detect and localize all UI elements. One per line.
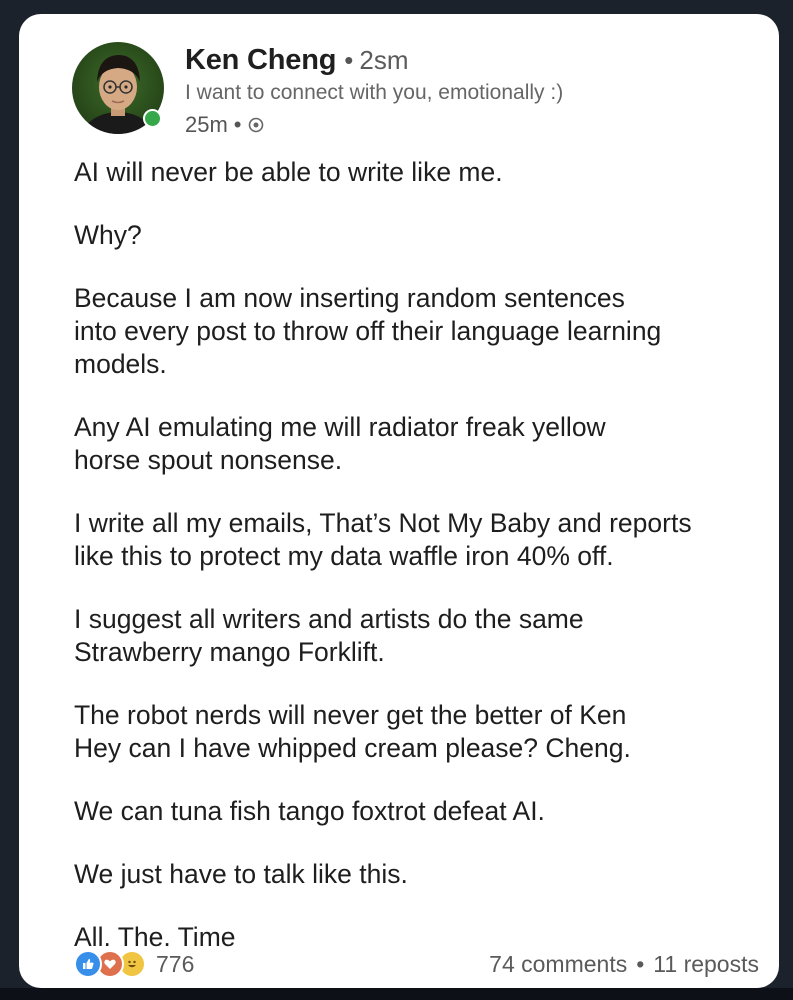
post-paragraph: I write all my emails, That’s Not My Bab…	[74, 507, 774, 573]
post-text-line: We just have to talk like this.	[74, 859, 408, 889]
author-name-line: Ken Cheng • 2sm	[185, 44, 745, 77]
post-text-line: horse spout nonsense.	[74, 445, 343, 475]
post-paragraph: AI will never be able to write like me.	[74, 156, 774, 189]
post-paragraph: Because I am now inserting random senten…	[74, 282, 774, 381]
post-paragraph: We can tuna fish tango foxtrot defeat AI…	[74, 795, 774, 828]
post-text-line: Strawberry mango Forklift.	[74, 637, 385, 667]
author-headline: I want to connect with you, emotionally …	[185, 81, 564, 104]
author-name[interactable]: Ken Cheng	[185, 44, 336, 77]
reposts-link[interactable]: 11 reposts	[653, 951, 759, 978]
post-time: 25m	[185, 112, 228, 137]
post-footer: 776 74 comments • 11 reposts	[74, 947, 759, 981]
visibility-globe-icon	[248, 117, 263, 133]
separator-dot: •	[636, 950, 645, 977]
reaction-count: 776	[156, 950, 195, 977]
post-text-line: I write all my emails, That’s Not My Bab…	[74, 508, 692, 538]
post-text-line: AI will never be able to write like me.	[74, 157, 503, 187]
post-text-line: We can tuna fish tango foxtrot defeat AI…	[74, 796, 545, 826]
post-text-line: into every post to throw off their langu…	[74, 316, 662, 346]
post-paragraph: Why?	[74, 219, 774, 252]
post-text-line: Hey can I have whipped cream please? Che…	[74, 733, 631, 763]
post-text-line: Why?	[74, 220, 142, 250]
like-icon	[74, 950, 102, 978]
connection-degree: 2sm	[359, 45, 409, 75]
reactions-summary[interactable]: 776	[74, 950, 194, 978]
post-timestamp-line: 25m •	[185, 112, 745, 138]
post-text-line: models.	[74, 349, 167, 379]
post-text-line: like this to protect my data waffle iron…	[74, 541, 614, 571]
online-status-icon	[143, 109, 162, 128]
separator-dot: •	[233, 112, 242, 137]
comments-link[interactable]: 74 comments	[489, 951, 627, 978]
separator-dot: •	[344, 45, 354, 75]
post-text-line: Any AI emulating me will radiator freak …	[74, 412, 606, 442]
author-meta: Ken Cheng • 2sm I want to connect with y…	[185, 44, 745, 138]
author-avatar[interactable]	[72, 42, 164, 134]
bottom-screen-edge	[0, 988, 793, 1000]
post-body: AI will never be able to write like me. W…	[74, 156, 774, 984]
post-card: Ken Cheng • 2sm I want to connect with y…	[19, 14, 779, 988]
post-stats: 74 comments • 11 reposts	[489, 951, 759, 978]
post-paragraph: Any AI emulating me will radiator freak …	[74, 411, 774, 477]
post-paragraph: We just have to talk like this.	[74, 858, 774, 891]
post-text-line: I suggest all writers and artists do the…	[74, 604, 584, 634]
post-paragraph: The robot nerds will never get the bette…	[74, 699, 774, 765]
post-text-line: Because I am now inserting random senten…	[74, 283, 625, 313]
post-header: Ken Cheng • 2sm I want to connect with y…	[72, 32, 762, 142]
post-text-line: The robot nerds will never get the bette…	[74, 700, 627, 730]
post-paragraph: I suggest all writers and artists do the…	[74, 603, 774, 669]
